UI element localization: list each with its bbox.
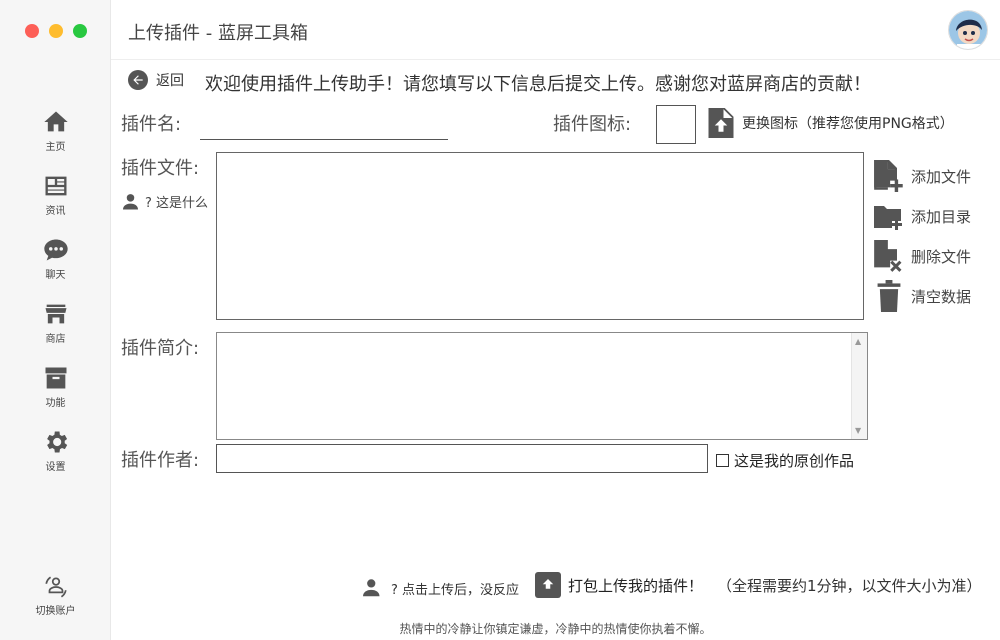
plugin-file-list[interactable] xyxy=(216,152,864,320)
add-directory-label: 添加目录 xyxy=(911,207,972,226)
sidebar-item-settings[interactable]: 设置 xyxy=(0,428,111,473)
arrow-left-icon xyxy=(128,70,148,90)
user-help-icon xyxy=(123,193,138,209)
delete-file-button[interactable]: 删除文件 xyxy=(874,236,971,276)
sidebar-item-label: 设置 xyxy=(45,462,66,473)
upload-box-icon xyxy=(535,572,561,598)
add-directory-button[interactable]: 添加目录 xyxy=(874,196,971,236)
sidebar-item-home[interactable]: 主页 xyxy=(0,108,111,153)
scroll-up-icon[interactable]: ▲ xyxy=(855,337,861,346)
chat-icon xyxy=(43,239,68,261)
avatar-image xyxy=(949,11,987,49)
file-actions: 添加文件 添加目录 删除文件 清空数据 xyxy=(874,156,971,316)
pack-upload-label: 打包上传我的插件！ xyxy=(568,576,704,595)
back-button[interactable]: 返回 xyxy=(128,70,184,90)
sidebar: 主页 资讯 聊天 商店 功能 设置 切换账户 xyxy=(0,0,111,640)
maximize-window-button[interactable] xyxy=(73,24,87,38)
sidebar-item-label: 资讯 xyxy=(45,206,66,217)
plugin-file-label: 插件文件: xyxy=(121,158,200,179)
no-response-help-link[interactable]: ? 点击上传后，没反应 xyxy=(363,578,519,598)
switch-account-icon xyxy=(44,576,67,598)
clear-data-label: 清空数据 xyxy=(911,287,972,306)
plugin-description-label: 插件简介: xyxy=(121,338,200,359)
switch-account-button[interactable]: 切换账户 xyxy=(0,574,111,617)
user-help-icon xyxy=(363,579,380,597)
what-is-this-label: ? 这是什么 xyxy=(145,196,209,211)
plugin-author-label: 插件作者: xyxy=(121,450,200,471)
file-delete-icon xyxy=(874,240,902,272)
back-label: 返回 xyxy=(156,73,184,89)
pack-upload-button[interactable]: 打包上传我的插件！ （全程需要约1分钟，以文件大小为准） xyxy=(535,572,982,598)
no-response-label: ? 点击上传后，没反应 xyxy=(391,582,520,598)
news-icon xyxy=(45,176,66,196)
original-work-label: 这是我的原创作品 xyxy=(734,452,855,470)
archive-icon xyxy=(45,367,66,389)
home-icon xyxy=(43,111,68,132)
sidebar-item-label: 聊天 xyxy=(45,270,66,281)
add-file-button[interactable]: 添加文件 xyxy=(874,156,971,196)
plugin-description-input[interactable]: ▲ ▼ xyxy=(216,332,868,440)
scroll-down-icon[interactable]: ▼ xyxy=(855,426,861,435)
description-scrollbar[interactable]: ▲ ▼ xyxy=(851,333,867,439)
sidebar-item-chat[interactable]: 聊天 xyxy=(0,236,111,281)
change-icon-label: 更换图标（推荐您使用PNG格式） xyxy=(742,116,954,132)
welcome-message: 欢迎使用插件上传助手！请您填写以下信息后提交上传。感谢您对蓝屏商店的贡献！ xyxy=(205,74,871,95)
file-upload-icon xyxy=(708,108,734,138)
app-window: 主页 资讯 聊天 商店 功能 设置 切换账户 上传插件 - 蓝屏工具箱 返回 欢… xyxy=(0,0,1000,640)
sidebar-item-label: 商店 xyxy=(45,334,66,345)
clear-data-button[interactable]: 清空数据 xyxy=(874,276,971,316)
original-work-checkbox[interactable]: 这是我的原创作品 xyxy=(716,450,854,471)
switch-account-label: 切换账户 xyxy=(35,606,76,617)
gear-icon xyxy=(46,431,67,453)
add-file-label: 添加文件 xyxy=(911,167,972,186)
plugin-icon-preview[interactable] xyxy=(656,105,696,144)
plugin-name-label: 插件名: xyxy=(121,114,182,135)
file-add-icon xyxy=(874,160,903,192)
user-avatar[interactable] xyxy=(948,10,988,50)
plugin-author-input[interactable] xyxy=(216,444,708,473)
plugin-name-input[interactable] xyxy=(200,110,448,140)
sidebar-item-store[interactable]: 商店 xyxy=(0,300,111,345)
delete-file-label: 删除文件 xyxy=(911,247,972,266)
upload-form: 返回 欢迎使用插件上传助手！请您填写以下信息后提交上传。感谢您对蓝屏商店的贡献！… xyxy=(111,60,1000,640)
sidebar-item-label: 功能 xyxy=(45,398,66,409)
folder-add-icon xyxy=(874,206,902,230)
title-bar: 上传插件 - 蓝屏工具箱 xyxy=(111,0,1000,60)
sidebar-item-features[interactable]: 功能 xyxy=(0,364,111,409)
sidebar-item-news[interactable]: 资讯 xyxy=(0,172,111,217)
window-title: 上传插件 - 蓝屏工具箱 xyxy=(128,23,308,44)
minimize-window-button[interactable] xyxy=(49,24,63,38)
plugin-icon-label: 插件图标: xyxy=(553,114,632,135)
footer-quote: 热情中的冷静让你镇定谦虚，冷静中的热情使你执着不懈。 xyxy=(399,622,712,636)
trash-icon xyxy=(877,280,901,312)
sidebar-item-label: 主页 xyxy=(45,142,66,153)
what-is-this-link[interactable]: ? 这是什么 xyxy=(123,192,208,211)
checkbox-box[interactable] xyxy=(716,454,729,467)
store-icon xyxy=(45,304,66,324)
close-window-button[interactable] xyxy=(25,24,39,38)
window-controls xyxy=(25,24,87,38)
pack-upload-note: （全程需要约1分钟，以文件大小为准） xyxy=(717,576,982,595)
change-icon-button[interactable]: 更换图标（推荐您使用PNG格式） xyxy=(708,108,954,138)
